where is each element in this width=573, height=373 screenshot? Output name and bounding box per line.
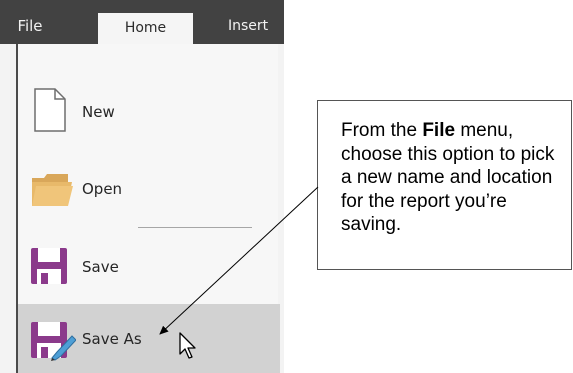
menu-item-save-as[interactable]: Save As [18, 304, 280, 373]
callout-text-before: From the [341, 120, 423, 141]
menu-item-new-label: New [82, 103, 115, 121]
tab-insert[interactable]: Insert [228, 0, 268, 44]
menu-item-save-as-label: Save As [82, 329, 142, 348]
callout-text-bold: File [422, 120, 456, 141]
menu-separator [138, 227, 252, 228]
menu-item-new[interactable]: New [18, 83, 280, 141]
file-menu-panel: New Open Save Save As [16, 44, 280, 373]
new-document-icon [34, 88, 66, 132]
instruction-callout: From the File menu, choose this option t… [317, 100, 572, 270]
ribbon-tab-bar: File Home Insert [0, 0, 284, 44]
menu-item-open-label: Open [82, 180, 123, 198]
tab-file[interactable]: File [0, 0, 60, 44]
mouse-pointer-icon [179, 332, 196, 359]
save-as-disk-pencil-icon [31, 322, 76, 361]
open-folder-icon [32, 174, 73, 206]
tab-home[interactable]: Home [98, 13, 193, 44]
save-disk-icon [31, 248, 67, 284]
menu-item-save-label: Save [82, 258, 119, 276]
file-backstage-screenshot: File Home Insert New Open Save Save As [0, 0, 284, 373]
menu-item-open[interactable]: Open [18, 160, 280, 218]
menu-item-save[interactable]: Save [18, 238, 280, 296]
